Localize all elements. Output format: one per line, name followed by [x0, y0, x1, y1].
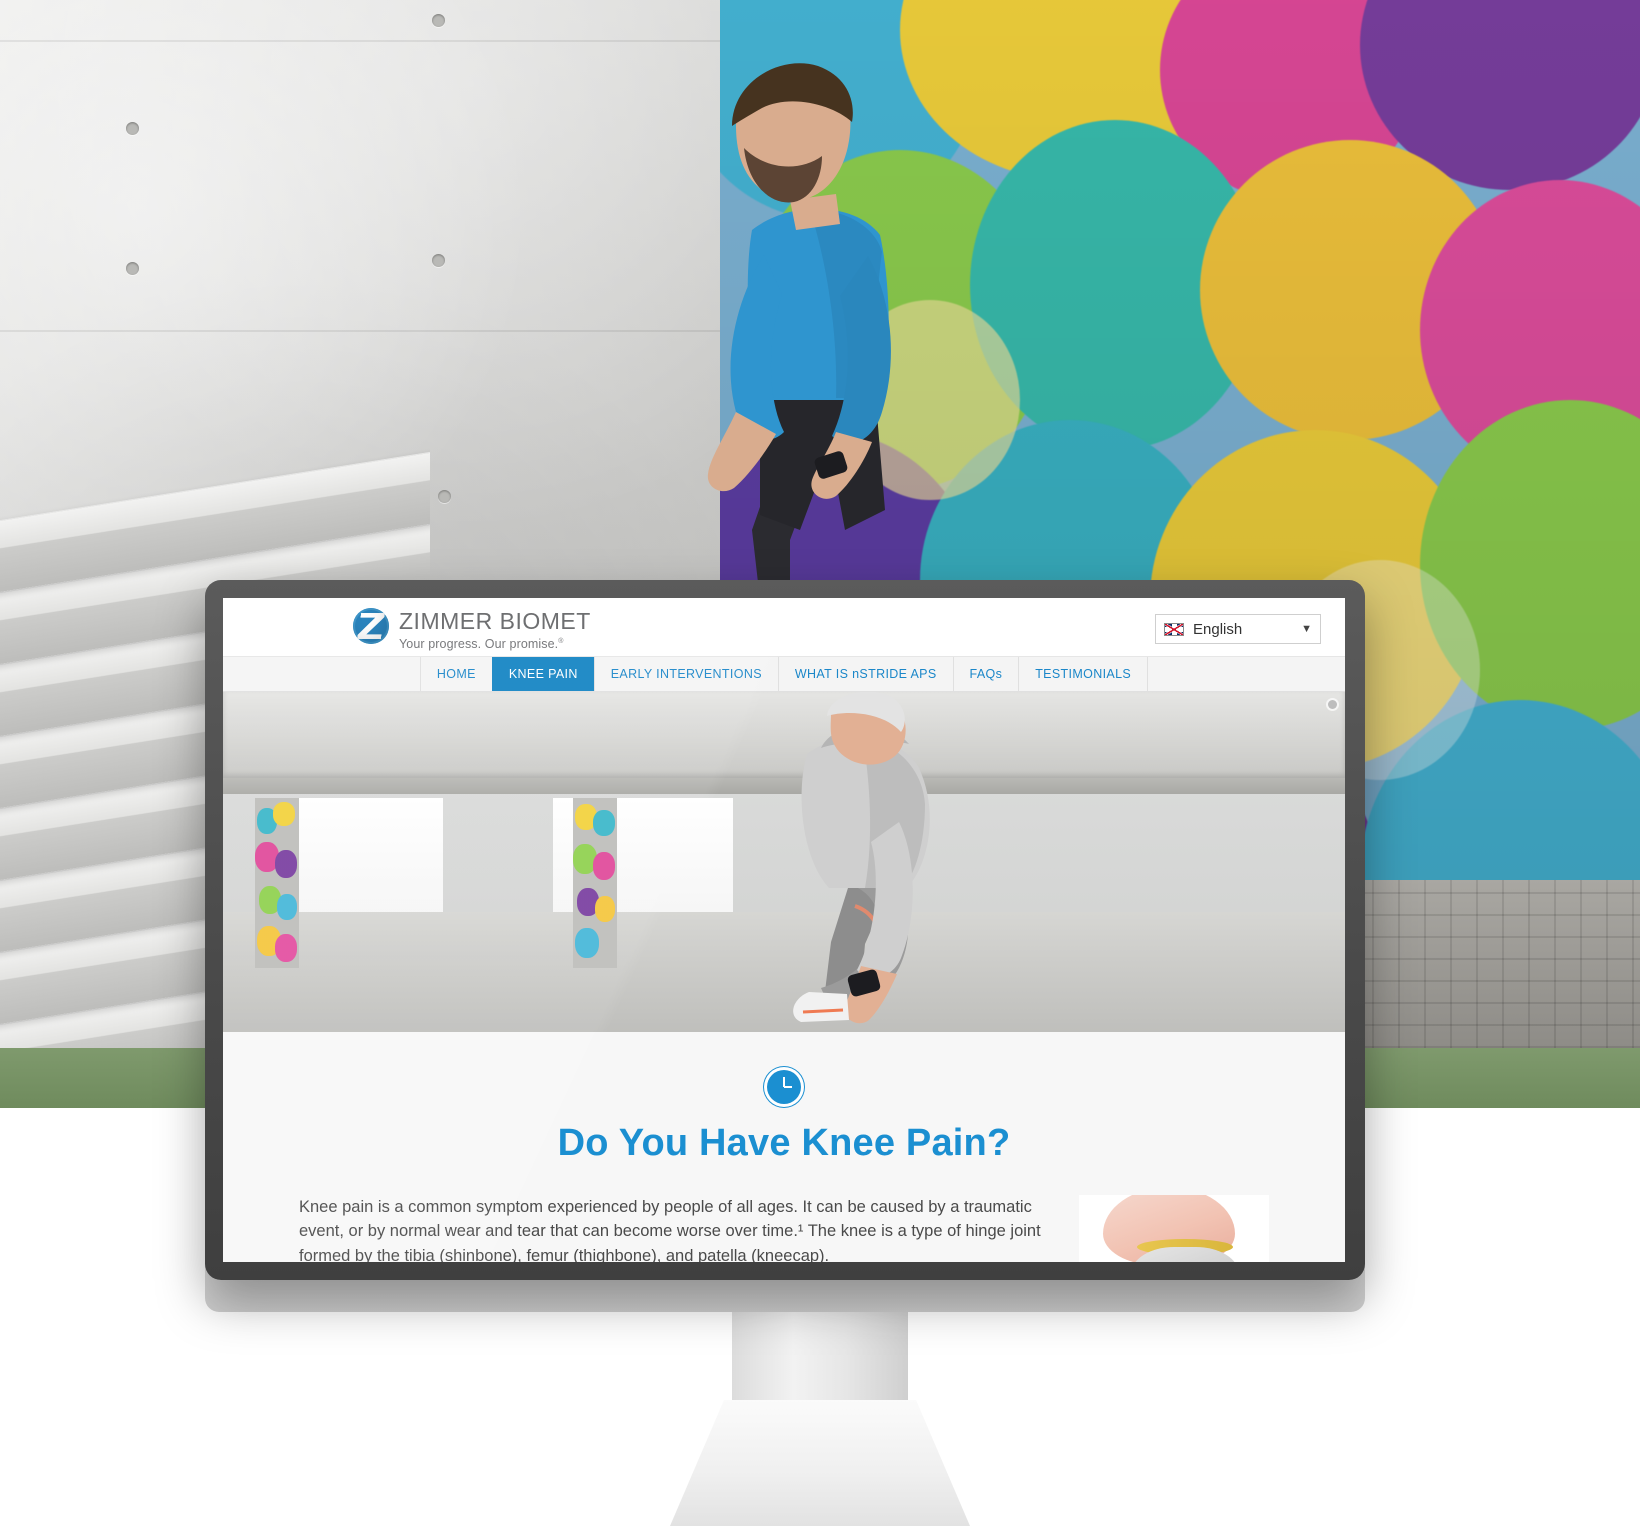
- brand-tagline-sup: ®: [558, 638, 564, 645]
- nav-item-early-interventions[interactable]: EARLY INTERVENTIONS: [593, 657, 778, 691]
- graffiti-pillar-left: [255, 798, 299, 968]
- brand-lockup[interactable]: ZIMMER BIOMET Your progress. Our promise…: [353, 608, 591, 651]
- site-content-section: Do You Have Knee Pain? Knee pain is a co…: [223, 1032, 1345, 1262]
- monitor-screen: ZIMMER BIOMET Your progress. Our promise…: [223, 598, 1345, 1262]
- graffiti-pillar-right: [573, 798, 617, 968]
- website-viewport: ZIMMER BIOMET Your progress. Our promise…: [223, 598, 1345, 1262]
- nav-item-knee-pain[interactable]: KNEE PAIN: [491, 657, 594, 691]
- woman-tying-shoe-figure: [793, 692, 930, 1024]
- clock-icon: [767, 1070, 801, 1104]
- knee-anatomy-figure: [1079, 1195, 1269, 1262]
- nav-item-faqs[interactable]: FAQs: [952, 657, 1019, 691]
- nav-item-testimonials[interactable]: TESTIMONIALS: [1018, 657, 1149, 691]
- uk-flag-icon: [1164, 622, 1184, 636]
- brand-tagline: Your progress. Our promise.®: [399, 638, 591, 651]
- nav-item-home[interactable]: HOME: [419, 657, 492, 691]
- chevron-down-icon[interactable]: ▼: [1301, 623, 1312, 635]
- site-hero-image: [223, 692, 1345, 1032]
- page-title: Do You Have Knee Pain?: [557, 1122, 1011, 1164]
- intro-paragraph: Knee pain is a common symptom experience…: [299, 1198, 1041, 1262]
- slider-dot-icon[interactable]: [1328, 700, 1337, 709]
- screenshot-stage: ZIMMER BIOMET Your progress. Our promise…: [0, 0, 1640, 1540]
- paving-stones: [1320, 880, 1640, 1048]
- brand-name: ZIMMER BIOMET: [399, 608, 591, 634]
- brand-tagline-text: Your progress. Our promise.: [399, 637, 559, 652]
- site-header: ZIMMER BIOMET Your progress. Our promise…: [223, 598, 1345, 656]
- monitor-bezel: ZIMMER BIOMET Your progress. Our promise…: [205, 580, 1365, 1280]
- nav-item-what-is-nstride-aps[interactable]: WHAT IS nSTRIDE APS: [777, 657, 953, 691]
- language-selector-value: English: [1193, 620, 1243, 638]
- zimmer-biomet-z-logo-icon: [353, 608, 389, 644]
- site-navigation: HOME KNEE PAIN EARLY INTERVENTIONS WHAT …: [223, 656, 1345, 692]
- language-selector[interactable]: English ▼: [1155, 614, 1321, 644]
- desktop-monitor: ZIMMER BIOMET Your progress. Our promise…: [205, 580, 1365, 1280]
